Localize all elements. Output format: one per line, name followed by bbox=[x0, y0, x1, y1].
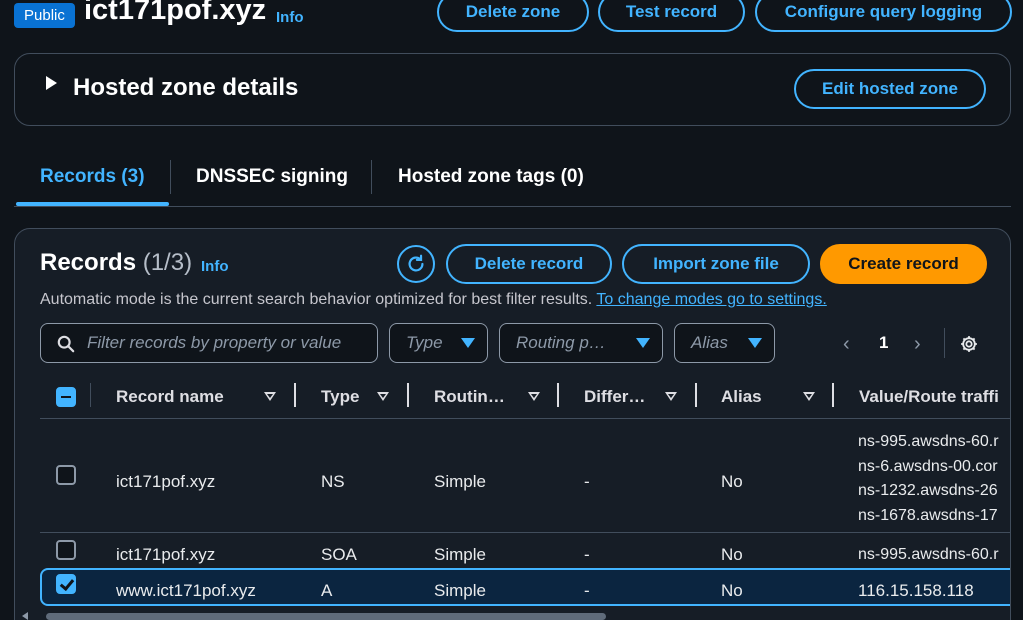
value-line: ns-1678.awsdns-17 bbox=[858, 506, 998, 524]
differentiator-cell: - bbox=[584, 545, 590, 564]
alias-cell: No bbox=[721, 581, 743, 600]
column-resizer[interactable] bbox=[557, 383, 559, 407]
select-all-checkbox[interactable] bbox=[56, 387, 76, 407]
test-record-button[interactable]: Test record bbox=[598, 0, 745, 32]
dropdown-caret-icon bbox=[748, 338, 762, 348]
horizontal-scrollbar[interactable] bbox=[18, 611, 1018, 620]
import-zone-file-button[interactable]: Import zone file bbox=[622, 244, 810, 284]
sort-icon[interactable] bbox=[803, 392, 815, 401]
tab-dnssec-signing[interactable]: DNSSEC signing bbox=[196, 166, 348, 188]
search-placeholder: Filter records by property or value bbox=[87, 333, 342, 352]
column-resizer[interactable] bbox=[832, 383, 834, 407]
column-header-value-route-traffic[interactable]: Value/Route traffi bbox=[859, 387, 999, 407]
type-filter-select[interactable]: Type bbox=[389, 323, 488, 363]
value-line: ns-6.awsdns-00.cor bbox=[858, 457, 998, 475]
differentiator-cell: - bbox=[584, 472, 590, 491]
records-container: Records (1/3) Info Delete record Import … bbox=[14, 228, 1011, 620]
tab-divider bbox=[371, 160, 372, 194]
sort-icon[interactable] bbox=[264, 392, 276, 401]
alias-cell: No bbox=[721, 545, 743, 564]
hosted-zone-details-panel: Hosted zone details Edit hosted zone bbox=[14, 53, 1011, 126]
alias-filter-label: Alias bbox=[691, 333, 728, 352]
hosted-zone-details-title[interactable]: Hosted zone details bbox=[73, 74, 298, 102]
delete-zone-button[interactable]: Delete zone bbox=[437, 0, 589, 32]
value-line: ns-1232.awsdns-26 bbox=[858, 482, 998, 499]
create-record-button[interactable]: Create record bbox=[820, 244, 987, 284]
refresh-button[interactable] bbox=[397, 245, 435, 283]
active-tab-indicator bbox=[16, 202, 169, 206]
differentiator-cell: - bbox=[584, 581, 590, 600]
tab-hosted-zone-tags[interactable]: Hosted zone tags (0) bbox=[398, 166, 584, 188]
value-line: ns-995.awsdns-60.r bbox=[858, 433, 999, 450]
column-header-alias[interactable]: Alias bbox=[721, 387, 762, 407]
sort-icon[interactable] bbox=[528, 392, 540, 401]
pager-divider bbox=[944, 328, 945, 358]
settings-gear-icon[interactable] bbox=[959, 334, 979, 354]
routing-policy-cell: Simple bbox=[434, 581, 486, 600]
alias-cell: No bbox=[721, 472, 743, 491]
column-resizer[interactable] bbox=[294, 383, 296, 407]
dropdown-caret-icon bbox=[461, 338, 475, 348]
alias-filter-select[interactable]: Alias bbox=[674, 323, 775, 363]
current-page-number[interactable]: 1 bbox=[879, 333, 888, 353]
sort-icon[interactable] bbox=[377, 392, 389, 401]
row-checkbox[interactable] bbox=[56, 574, 76, 594]
delete-record-button[interactable]: Delete record bbox=[446, 244, 612, 284]
row-checkbox[interactable] bbox=[56, 465, 76, 485]
record-type-cell: SOA bbox=[321, 545, 357, 564]
records-title-text: Records bbox=[40, 249, 137, 276]
table-row[interactable]: ict171pof.xyz SOA Simple - No ns-995.aws… bbox=[40, 534, 1010, 568]
scrollbar-thumb[interactable] bbox=[46, 613, 606, 620]
record-type-cell: NS bbox=[321, 472, 345, 491]
column-header-routing-policy[interactable]: Routin… bbox=[434, 387, 505, 407]
row-checkbox[interactable] bbox=[56, 540, 76, 560]
column-divider bbox=[90, 383, 91, 407]
refresh-icon bbox=[408, 254, 424, 272]
value-cell: ns-995.awsdns-60.r bbox=[858, 543, 999, 568]
search-icon bbox=[57, 335, 75, 353]
value-cell: 116.15.158.118 bbox=[858, 581, 974, 600]
record-name-cell: ict171pof.xyz bbox=[116, 545, 216, 564]
search-input[interactable]: Filter records by property or value bbox=[40, 323, 378, 363]
table-row[interactable]: ict171pof.xyz NS Simple - No ns-995.awsd… bbox=[40, 420, 1010, 533]
value-cell: ns-995.awsdns-60.r ns-6.awsdns-00.cor ns… bbox=[858, 430, 999, 528]
search-mode-helper: Automatic mode is the current search beh… bbox=[40, 291, 827, 309]
column-resizer[interactable] bbox=[695, 383, 697, 407]
tab-bar: Records (3) DNSSEC signing Hosted zone t… bbox=[14, 150, 1011, 207]
expand-caret-icon[interactable] bbox=[46, 76, 57, 90]
routing-policy-filter-select[interactable]: Routing p… bbox=[499, 323, 663, 363]
record-name-cell: www.ict171pof.xyz bbox=[116, 581, 256, 600]
routing-filter-label: Routing p… bbox=[516, 333, 606, 352]
column-header-record-name[interactable]: Record name bbox=[116, 387, 224, 407]
column-resizer[interactable] bbox=[407, 383, 409, 407]
record-type-cell: A bbox=[321, 581, 333, 600]
tab-records[interactable]: Records (3) bbox=[40, 166, 145, 188]
records-heading: Records (1/3) bbox=[40, 249, 192, 277]
configure-query-logging-button[interactable]: Configure query logging bbox=[755, 0, 1012, 32]
change-modes-link[interactable]: To change modes go to settings. bbox=[596, 291, 826, 308]
table-row-selected[interactable]: www.ict171pof.xyz A Simple - No 116.15.1… bbox=[40, 568, 1010, 606]
type-filter-label: Type bbox=[406, 333, 443, 352]
routing-policy-cell: Simple bbox=[434, 472, 486, 491]
records-count: (1/3) bbox=[142, 249, 193, 276]
routing-policy-cell: Simple bbox=[434, 545, 486, 564]
dropdown-caret-icon bbox=[636, 338, 650, 348]
zone-info-link[interactable]: Info bbox=[276, 9, 304, 26]
records-info-link[interactable]: Info bbox=[201, 258, 229, 275]
tab-divider bbox=[170, 160, 171, 194]
public-badge: Public bbox=[14, 3, 75, 28]
page-title: ict171pof.xyz bbox=[84, 0, 267, 26]
helper-text: Automatic mode is the current search beh… bbox=[40, 291, 593, 308]
record-name-cell: ict171pof.xyz bbox=[116, 472, 216, 491]
value-line: ns-995.awsdns-60.r bbox=[858, 546, 999, 563]
column-header-differentiator[interactable]: Differ… bbox=[584, 387, 645, 407]
column-header-type[interactable]: Type bbox=[321, 387, 359, 407]
scroll-left-icon[interactable] bbox=[22, 612, 28, 620]
sort-icon[interactable] bbox=[665, 392, 677, 401]
records-table-header: Record name Type Routin… Differ… Alias V… bbox=[40, 377, 1010, 419]
edit-hosted-zone-button[interactable]: Edit hosted zone bbox=[794, 69, 986, 109]
next-page-icon[interactable]: › bbox=[914, 333, 921, 356]
previous-page-icon[interactable]: ‹ bbox=[843, 333, 850, 356]
